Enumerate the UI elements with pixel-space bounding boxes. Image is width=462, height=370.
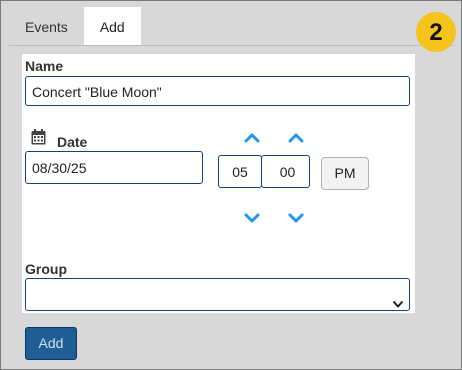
name-field[interactable]: Concert "Blue Moon" [25, 76, 410, 106]
hour-field[interactable]: 05 [218, 155, 262, 188]
calendar-icon [31, 129, 46, 150]
date-field[interactable]: 08/30/25 [25, 151, 203, 184]
minute-down-icon[interactable] [288, 211, 304, 225]
group-select[interactable] [25, 278, 410, 311]
add-submit-button[interactable]: Add [25, 327, 77, 360]
date-label: Date [57, 134, 88, 150]
hour-up-icon[interactable] [244, 130, 260, 144]
tab-divider [9, 45, 454, 46]
hour-down-icon[interactable] [244, 211, 260, 225]
tab-events[interactable]: Events [9, 7, 84, 45]
ampm-toggle-button[interactable]: PM [321, 157, 369, 190]
app-frame: Events Add 2 Name Concert "Blue Moon" Da… [0, 0, 462, 370]
step-badge: 2 [416, 12, 456, 52]
add-event-form: Name Concert "Blue Moon" Date 08/30/25 0… [22, 54, 415, 313]
minute-field[interactable]: 00 [261, 155, 310, 188]
select-caret-icon [393, 289, 403, 319]
minute-up-icon[interactable] [288, 130, 304, 144]
group-label: Group [25, 261, 67, 277]
tab-bar: Events Add [9, 7, 141, 45]
name-label: Name [25, 58, 64, 74]
tab-add[interactable]: Add [83, 7, 141, 45]
